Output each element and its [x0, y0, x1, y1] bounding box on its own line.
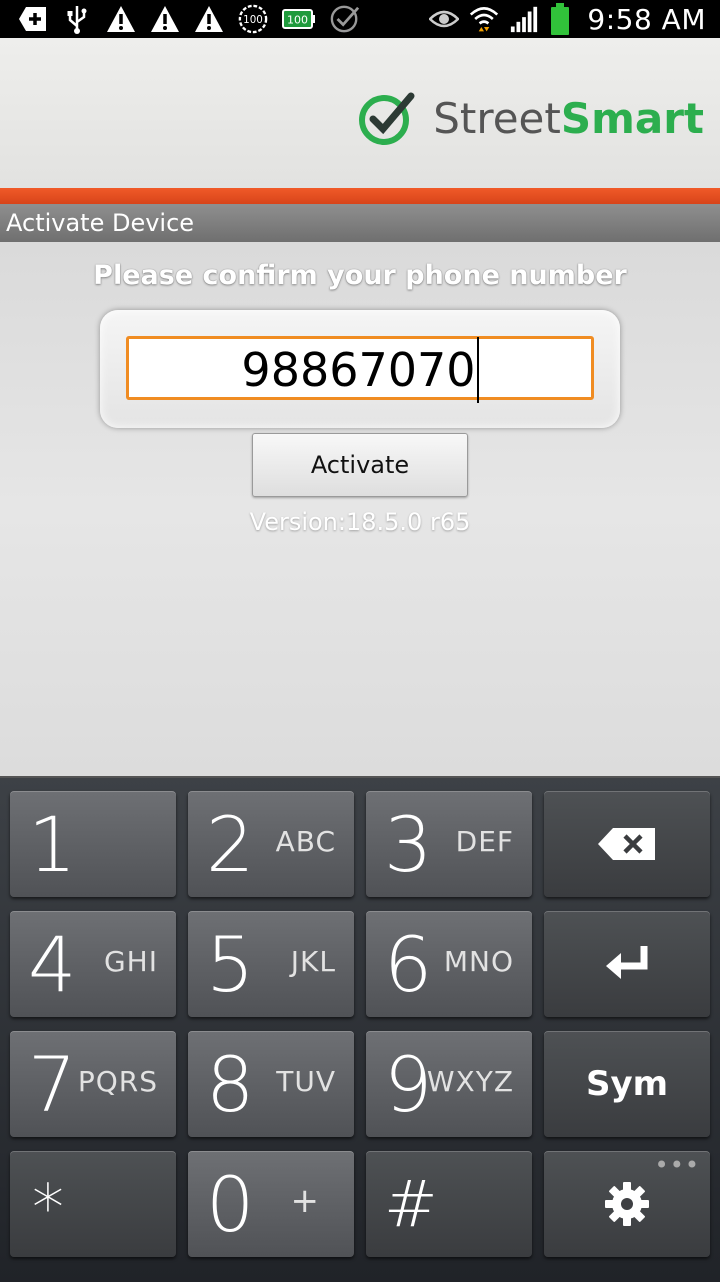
key-2[interactable]: 2 ABC: [188, 791, 354, 897]
numeric-keypad: 1 2 ABC 3 DEF 4 GHI 5 JKL 6 MNO 7 PQRS 8…: [0, 776, 720, 1282]
gear-icon: [605, 1182, 649, 1226]
key-star[interactable]: *: [10, 1151, 176, 1257]
phone-number-input[interactable]: 98867070: [126, 336, 594, 403]
phone-field-frame: 98867070: [100, 310, 620, 428]
version-label: Version:18.5.0 r65: [249, 508, 471, 536]
settings-key[interactable]: •••: [544, 1151, 710, 1257]
key-6[interactable]: 6 MNO: [366, 911, 532, 1017]
check-circle-icon: [330, 4, 360, 34]
sym-key[interactable]: Sym: [544, 1031, 710, 1137]
battery-icon: [549, 3, 571, 35]
clock: 9:58 AM: [587, 2, 706, 36]
warning-icon: [150, 4, 180, 34]
phone-number-value: 98867070: [241, 343, 476, 397]
signal-icon: [509, 4, 539, 34]
eye-icon: [429, 4, 460, 34]
app-header: StreetSmart: [0, 38, 720, 188]
streetsmart-logo: StreetSmart: [359, 90, 704, 146]
check-logo-icon: [359, 92, 415, 145]
key-7[interactable]: 7 PQRS: [10, 1031, 176, 1137]
key-5[interactable]: 5 JKL: [188, 911, 354, 1017]
badge-100-icon: 100: [238, 4, 268, 34]
activate-button[interactable]: Activate: [252, 433, 468, 497]
svg-text:100: 100: [243, 14, 263, 26]
key-9[interactable]: 9 WXYZ: [366, 1031, 532, 1137]
system-icons: 9:58 AM: [429, 0, 706, 38]
warning-icon: [106, 4, 136, 34]
text-caret: [476, 336, 479, 403]
status-bar: 100 100 9:58 AM: [0, 0, 720, 38]
key-4[interactable]: 4 GHI: [10, 911, 176, 1017]
svg-text:100: 100: [287, 14, 308, 27]
backspace-icon: [598, 828, 655, 860]
header-stripe: [0, 188, 720, 204]
key-3[interactable]: 3 DEF: [366, 791, 532, 897]
enter-key[interactable]: [544, 911, 710, 1017]
notification-icons: 100 100: [18, 4, 360, 34]
page-title: Activate Device: [6, 209, 195, 237]
confirm-prompt: Please confirm your phone number: [93, 260, 627, 291]
usb-icon: [62, 4, 92, 34]
warning-icon: [194, 4, 224, 34]
battery-100-icon: 100: [282, 4, 316, 34]
key-0[interactable]: 0 +: [188, 1151, 354, 1257]
key-8[interactable]: 8 TUV: [188, 1031, 354, 1137]
key-1[interactable]: 1: [10, 791, 176, 897]
enter-icon: [606, 946, 648, 979]
add-icon: [18, 4, 48, 34]
key-hash[interactable]: #: [366, 1151, 532, 1257]
backspace-key[interactable]: [544, 791, 710, 897]
logo-text: StreetSmart: [433, 93, 704, 143]
activation-form: Please confirm your phone number 9886707…: [0, 242, 720, 776]
wifi-icon: [469, 4, 499, 34]
title-bar: Activate Device: [0, 204, 720, 242]
